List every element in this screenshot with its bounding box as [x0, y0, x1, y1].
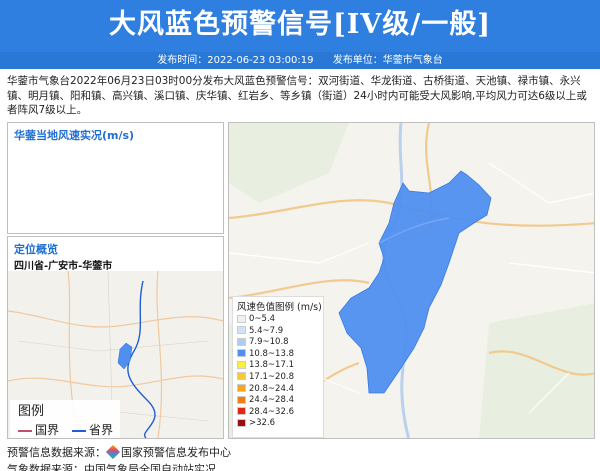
header-banner: 大风蓝色预警信号[IV级/一般]: [0, 0, 600, 52]
wind-speed-panel: 华蓥当地风速实况(m/s): [7, 122, 224, 234]
color-swatch: [237, 418, 246, 427]
weather-data-source: 气象数据来源：中国气象局全国自动站实况: [7, 463, 216, 471]
publisher: 发布单位：华蓥市气象台: [332, 55, 443, 66]
source-name-link[interactable]: 国家预警信息发布中心: [121, 446, 231, 459]
legend-item-national-border: 国界: [18, 421, 59, 438]
color-swatch: [237, 384, 246, 393]
data-source-footer: 预警信息数据来源： 国家预警信息发布中心: [7, 444, 231, 461]
legend-row: 20.8~24.4: [237, 384, 319, 396]
provincial-border-line-icon: [72, 429, 86, 432]
wind-panel-title: 华蓥当地风速实况(m/s): [14, 129, 135, 142]
location-name: 四川省-广安市-华蓥市: [14, 261, 113, 272]
legend-row: 28.4~32.6: [237, 407, 319, 419]
color-swatch: [237, 407, 246, 416]
color-swatch: [237, 314, 246, 323]
wind-legend-title: 风速色值图例 (m/s): [237, 302, 322, 313]
legend-row: 0~5.4: [237, 314, 319, 326]
legend-row: 7.9~10.8: [237, 337, 319, 349]
overview-legend-title: 图例: [18, 404, 45, 419]
color-swatch: [237, 360, 246, 369]
legend-item-provincial-border: 省界: [72, 421, 113, 438]
legend-row: 17.1~20.8: [237, 372, 319, 384]
color-swatch: [237, 326, 246, 335]
source-label: 预警信息数据来源：: [7, 446, 106, 459]
warning-description: 华蓥市气象台2022年06月23日03时00分发布大风蓝色预警信号：双河街道、华…: [7, 75, 587, 116]
legend-row: 24.4~28.4: [237, 395, 319, 407]
color-swatch: [237, 337, 246, 346]
color-swatch: [237, 395, 246, 404]
legend-row: 13.8~17.1: [237, 360, 319, 372]
national-border-line-icon: [18, 429, 32, 432]
color-swatch: [237, 349, 246, 358]
legend-row: 10.8~13.8: [237, 349, 319, 361]
legend-row: >32.6: [237, 418, 319, 430]
wind-speed-legend: 风速色值图例 (m/s) 0~5.4 5.4~7.9 7.9~10.8 10.8…: [232, 296, 324, 438]
publish-time: 发布时间：2022-06-23 03:00:19: [157, 55, 314, 66]
color-swatch: [237, 372, 246, 381]
info-bar: 发布时间：2022-06-23 03:00:19 发布单位：华蓥市气象台: [0, 52, 600, 69]
source-logo-icon: [105, 444, 121, 460]
legend-row: 5.4~7.9: [237, 326, 319, 338]
location-panel-title: 定位概览: [14, 243, 58, 256]
page-title: 大风蓝色预警信号[IV级/一般]: [109, 9, 491, 40]
overview-legend: 图例 国界 省界: [10, 400, 120, 438]
